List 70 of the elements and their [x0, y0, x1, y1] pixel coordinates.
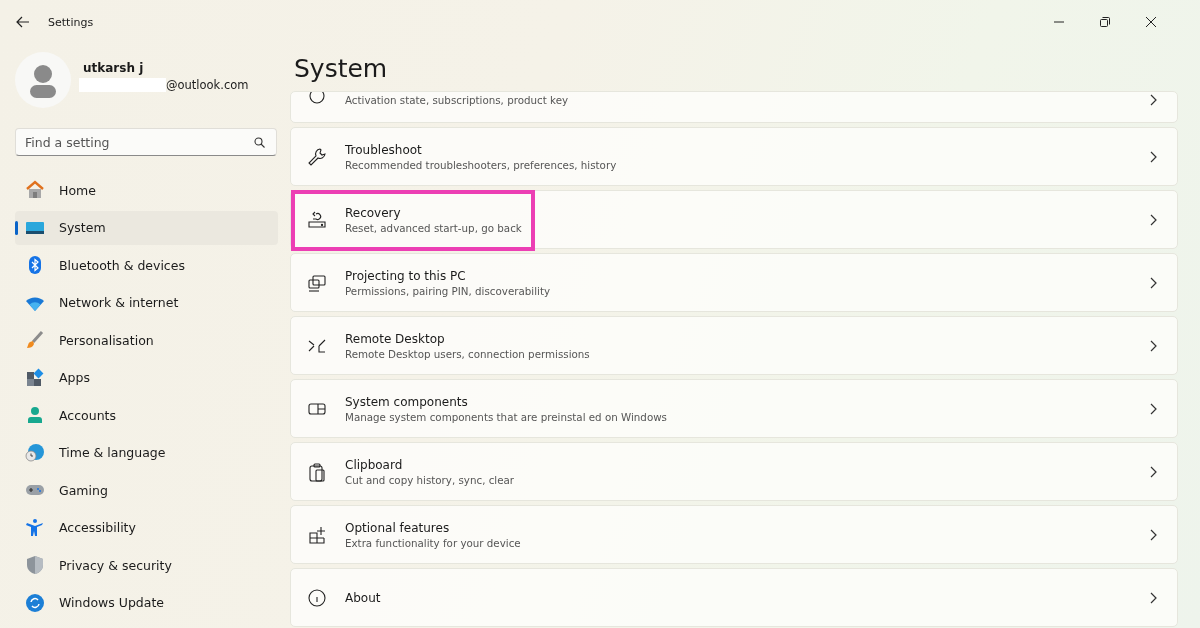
projector-icon — [307, 272, 327, 293]
setting-description: Reset, advanced start-up, go back — [345, 221, 523, 234]
sidebar-item[interactable]: Home — [15, 173, 278, 207]
avatar-icon — [15, 52, 71, 108]
setting-description: Permissions, pairing PIN, discoverability — [345, 284, 552, 297]
setting-title: Remote Desktop — [345, 331, 446, 346]
setting-description: Remote Desktop users, connection permissions — [345, 347, 591, 360]
settings-card[interactable]: System components Manage system components that are preinstal ed on Windows — [290, 379, 1178, 438]
setting-title: Clipboard — [345, 457, 404, 472]
settings-card[interactable]: Remote Desktop Remote Desktop users, connection permissions — [290, 316, 1178, 375]
close-icon[interactable] — [1146, 17, 1156, 27]
search-field[interactable]: Find a setting — [15, 128, 277, 156]
home-icon — [25, 180, 45, 200]
back-icon[interactable] — [16, 16, 30, 28]
page-title: System — [294, 54, 389, 83]
settings-card[interactable]: Clipboard Cut and copy history, sync, clear — [290, 442, 1178, 501]
setting-title: Optional features — [345, 520, 451, 535]
sidebar-item[interactable]: System — [15, 210, 278, 245]
sidebar-item[interactable]: Network & internet — [15, 285, 278, 320]
setting-title: Projecting to this PC — [345, 268, 467, 283]
sidebar-item[interactable]: Windows Update — [15, 585, 278, 620]
sidebar-item[interactable]: Gaming — [15, 473, 278, 507]
chevron-icon — [1150, 465, 1157, 478]
chevron-icon — [1150, 339, 1157, 352]
settings-card[interactable]: Activation state, subscriptions, product key — [290, 91, 1178, 123]
chevron-icon — [1150, 94, 1157, 106]
settings-card[interactable]: Troubleshoot Recommended troubleshooters, preferences, history — [290, 127, 1178, 186]
chevron-icon — [1150, 528, 1157, 541]
setting-title: System components — [345, 394, 469, 409]
account-name: utkarsh j — [82, 60, 145, 75]
settings-card[interactable]: Projecting to this PC Permissions, pairing PIN, discoverability — [290, 253, 1178, 312]
add-features-icon — [307, 524, 327, 545]
sidebar-item[interactable]: Personalisation — [15, 323, 278, 357]
setting-description: Manage system components that are preinstal ed on Windows — [345, 410, 668, 423]
setting-description: Recommended troubleshooters, preferences, history — [345, 158, 618, 171]
sidebar-item[interactable]: Accounts — [15, 398, 278, 432]
settings-card[interactable]: Optional features Extra functionality for your device — [290, 505, 1178, 564]
setting-description: Cut and copy history, sync, clear — [345, 473, 516, 486]
chevron-icon — [1150, 150, 1157, 163]
sidebar-item[interactable]: Privacy & security — [15, 548, 278, 582]
chevron-icon — [1150, 402, 1157, 415]
setting-description: Extra functionality for your device — [345, 536, 522, 549]
sidebar-item[interactable]: Time & language — [15, 435, 278, 470]
setting-title: Troubleshoot — [345, 142, 423, 157]
globe-clock-icon — [25, 442, 45, 463]
window-title: Settings — [48, 15, 94, 29]
chevron-icon — [1150, 276, 1157, 289]
brush-icon — [25, 330, 45, 350]
setting-description: Activation state, subscriptions, product key — [345, 94, 570, 106]
info-icon — [307, 587, 327, 608]
recovery-icon — [307, 209, 327, 230]
search-icon — [254, 137, 265, 148]
person-icon — [25, 405, 45, 425]
accessibility-icon — [25, 517, 45, 538]
apps-icon — [25, 367, 45, 388]
sync-icon — [25, 592, 45, 613]
chevron-icon — [1150, 591, 1157, 604]
shield-icon — [25, 555, 45, 575]
setting-title: Recovery — [345, 205, 402, 220]
clipboard-icon — [307, 461, 327, 482]
settings-card[interactable]: About — [290, 568, 1178, 627]
settings-card[interactable]: Recovery Reset, advanced start-up, go back — [290, 190, 1178, 249]
account-email: @outlook.com — [166, 77, 249, 92]
restore-icon[interactable] — [1100, 17, 1110, 27]
setting-title: About — [345, 590, 382, 605]
chevron-icon — [1150, 213, 1157, 226]
sidebar-item[interactable]: Bluetooth & devices — [15, 248, 278, 282]
wrench-icon — [307, 146, 327, 167]
sidebar-item[interactable]: Apps — [15, 360, 278, 395]
sidebar-item[interactable]: Accessibility — [15, 510, 278, 545]
